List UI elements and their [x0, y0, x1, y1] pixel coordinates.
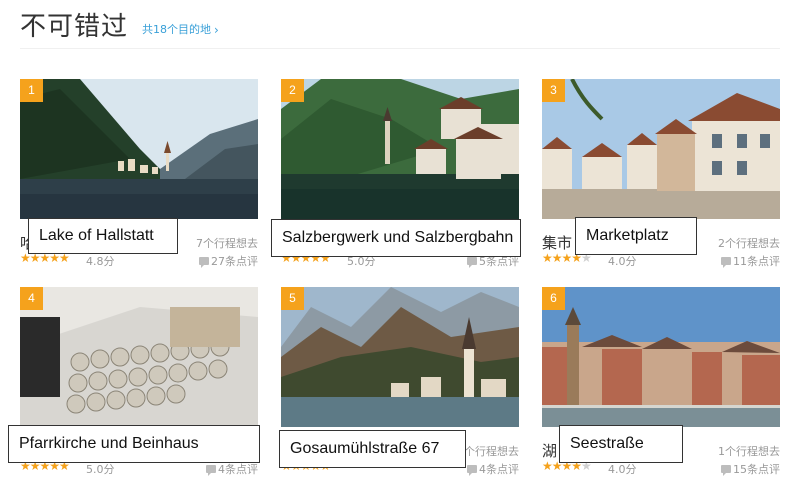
rank-badge: 4	[20, 287, 43, 310]
attraction-photo[interactable]	[542, 79, 780, 219]
rating-score: 5.0分	[86, 463, 115, 476]
itinerary-count: 7个行程想去	[196, 237, 258, 250]
overlay-label-text: Marketplatz	[586, 227, 669, 244]
header-divider	[20, 48, 780, 49]
overlay-label: Gosaumühlstraße 67	[279, 430, 466, 468]
destinations-link-label: 共18个目的地	[142, 23, 212, 36]
overlay-label: Lake of Hallstatt	[28, 218, 178, 254]
review-count: 4条点评	[479, 463, 519, 476]
overlay-label-text: Gosaumühlstraße 67	[290, 440, 440, 457]
attraction-name[interactable]: 湖	[542, 440, 557, 461]
rank-badge: 5	[281, 287, 304, 310]
overlay-label-text: Seestraße	[570, 435, 644, 452]
review-count: 11条点评	[733, 255, 780, 268]
overlay-label: Seestraße	[559, 425, 683, 463]
rank-badge: 3	[542, 79, 565, 102]
rating-score: 4.0分	[608, 463, 637, 476]
attraction-name[interactable]: 集市	[542, 232, 572, 253]
comment-icon	[206, 465, 216, 476]
attraction-photo[interactable]	[20, 287, 258, 427]
review-count-link[interactable]: 4条点评	[206, 461, 258, 477]
overlay-label-text: Lake of Hallstatt	[39, 227, 154, 244]
review-count: 27条点评	[211, 255, 258, 268]
rating-score: 4.0分	[608, 255, 637, 268]
section-header: 不可错过 共18个目的地 ›	[20, 4, 219, 44]
itinerary-count: 个行程想去	[464, 445, 519, 458]
review-count: 4条点评	[218, 463, 258, 476]
rank-badge: 2	[281, 79, 304, 102]
itinerary-count: 1个行程想去	[718, 445, 780, 458]
overlay-label: Marketplatz	[575, 217, 697, 255]
destinations-link[interactable]: 共18个目的地 ›	[142, 16, 219, 44]
comment-icon	[467, 465, 477, 476]
comment-icon	[721, 465, 731, 476]
page-title: 不可错过	[20, 12, 129, 42]
attraction-photo[interactable]	[281, 79, 519, 219]
review-count-link[interactable]: 15条点评	[721, 461, 780, 477]
itinerary-count: 2个行程想去	[718, 237, 780, 250]
overlay-label: Pfarrkirche und Beinhaus	[8, 425, 260, 463]
overlay-label: Salzbergwerk und Salzbergbahn	[271, 219, 521, 257]
overlay-label-text: Pfarrkirche und Beinhaus	[19, 435, 199, 452]
comment-icon	[721, 257, 731, 268]
rating-score: 4.8分	[86, 255, 115, 268]
attraction-photo[interactable]	[20, 79, 258, 219]
attraction-photo[interactable]	[542, 287, 780, 427]
rank-badge: 6	[542, 287, 565, 310]
comment-icon	[199, 257, 209, 268]
overlay-label-text: Salzbergwerk und Salzbergbahn	[282, 229, 514, 246]
review-count-link[interactable]: 4条点评	[467, 461, 519, 477]
attraction-photo[interactable]	[281, 287, 519, 427]
comment-icon	[467, 257, 477, 268]
review-count: 15条点评	[733, 463, 780, 476]
chevron-right-icon: ›	[214, 23, 219, 37]
rank-badge: 1	[20, 79, 43, 102]
review-count-link[interactable]: 11条点评	[721, 253, 780, 269]
review-count-link[interactable]: 27条点评	[199, 253, 258, 269]
